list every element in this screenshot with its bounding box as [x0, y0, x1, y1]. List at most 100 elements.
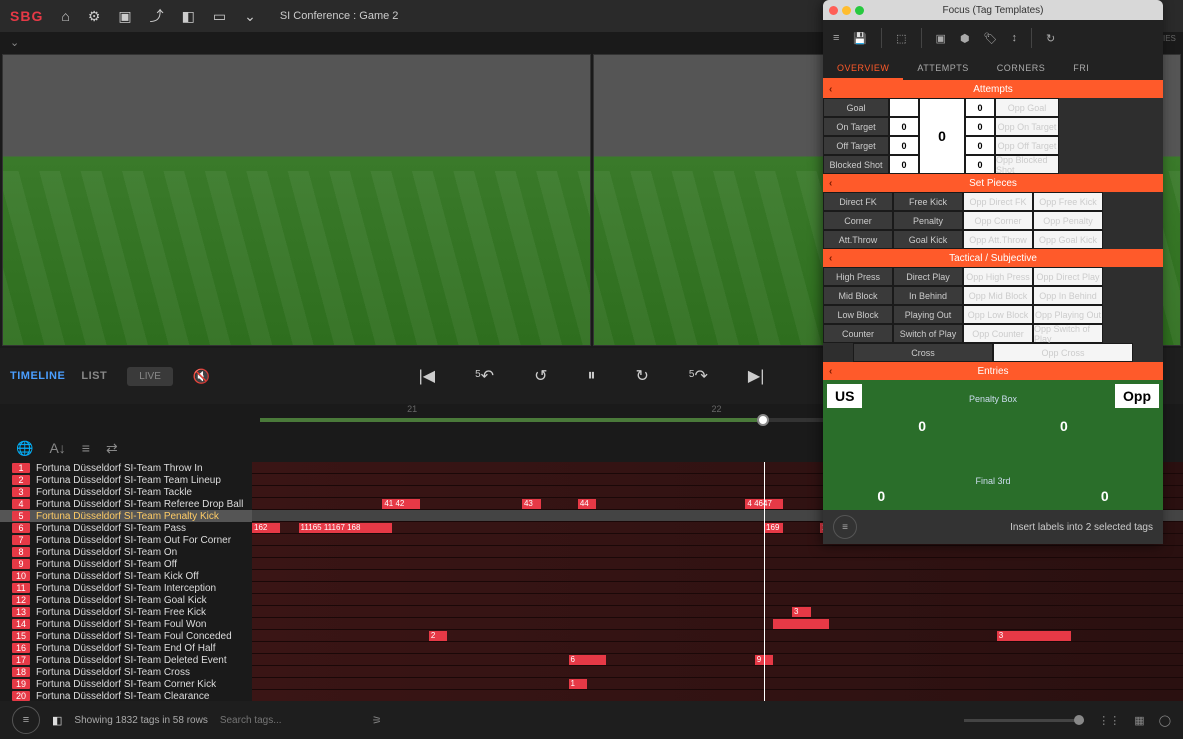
- tactical-button[interactable]: Playing Out: [893, 305, 963, 324]
- playhead[interactable]: [764, 462, 765, 701]
- timeline-lane[interactable]: [252, 666, 1183, 678]
- focus-tab-attempts[interactable]: ATTEMPTS: [903, 56, 982, 80]
- timeline-row[interactable]: 10Fortuna Düsseldorf SI-Team Kick Off: [0, 570, 252, 582]
- timeline-row[interactable]: 11Fortuna Düsseldorf SI-Team Interceptio…: [0, 582, 252, 594]
- scrub-thumb[interactable]: [757, 414, 769, 426]
- focus-tab-fri[interactable]: FRI: [1059, 56, 1103, 80]
- attempt-opp-label[interactable]: Opp Blocked Shot: [995, 155, 1059, 174]
- timeline-lane[interactable]: [252, 546, 1183, 558]
- skip-start-icon[interactable]: |◀: [419, 366, 435, 386]
- tab-timeline[interactable]: TIMELINE: [10, 370, 65, 382]
- timeline-lane[interactable]: 69: [252, 654, 1183, 666]
- labels-round-button[interactable]: ≡: [833, 515, 857, 539]
- bookmark-icon[interactable]: ◧: [52, 714, 62, 727]
- timeline-row[interactable]: 3Fortuna Düsseldorf SI-Team Tackle: [0, 486, 252, 498]
- timeline-lane[interactable]: [252, 642, 1183, 654]
- timeline-clip[interactable]: 2: [429, 631, 448, 641]
- setpiece-opp-button[interactable]: Opp Direct FK: [963, 192, 1033, 211]
- attempt-label[interactable]: On Target: [823, 117, 889, 136]
- timeline-clip[interactable]: 6: [569, 655, 606, 665]
- timeline-row[interactable]: 19Fortuna Düsseldorf SI-Team Corner Kick: [0, 678, 252, 690]
- tactical-opp-button[interactable]: Opp Direct Play: [1033, 267, 1103, 286]
- tactical-opp-button[interactable]: Opp Playing Out: [1033, 305, 1103, 324]
- tactical-opp-button[interactable]: Opp In Behind: [1033, 286, 1103, 305]
- mute-icon[interactable]: 🔇: [193, 368, 210, 385]
- attempt-label[interactable]: Goal: [823, 98, 889, 117]
- maximize-icon[interactable]: [855, 6, 864, 15]
- circle-icon[interactable]: ◯: [1159, 714, 1171, 727]
- timeline-row[interactable]: 6Fortuna Düsseldorf SI-Team Pass: [0, 522, 252, 534]
- timeline-row[interactable]: 9Fortuna Düsseldorf SI-Team Off: [0, 558, 252, 570]
- bookmark-icon[interactable]: ◧: [182, 8, 195, 25]
- timeline-clip[interactable]: 169: [764, 523, 783, 533]
- jump-fwd-icon[interactable]: 5↷: [689, 366, 708, 386]
- setpiece-button[interactable]: Corner: [823, 211, 893, 230]
- timeline-row[interactable]: 13Fortuna Düsseldorf SI-Team Free Kick: [0, 606, 252, 618]
- timeline-row[interactable]: 17Fortuna Düsseldorf SI-Team Deleted Eve…: [0, 654, 252, 666]
- timeline-row[interactable]: 14Fortuna Düsseldorf SI-Team Foul Won: [0, 618, 252, 630]
- tactical-button[interactable]: Low Block: [823, 305, 893, 324]
- timeline-row[interactable]: 18Fortuna Düsseldorf SI-Team Cross: [0, 666, 252, 678]
- timeline-row[interactable]: 15Fortuna Düsseldorf SI-Team Foul Conced…: [0, 630, 252, 642]
- timeline-clip[interactable]: 44: [578, 499, 597, 509]
- setpiece-button[interactable]: Direct FK: [823, 192, 893, 211]
- search-input[interactable]: [220, 715, 360, 726]
- link-icon[interactable]: ⇄: [106, 440, 118, 457]
- tactical-button[interactable]: Mid Block: [823, 286, 893, 305]
- setpiece-button[interactable]: Free Kick: [893, 192, 963, 211]
- timeline-clip[interactable]: 3: [792, 607, 811, 617]
- upload-icon[interactable]: ⤴: [150, 6, 164, 26]
- shield-icon[interactable]: ⬢: [960, 32, 970, 45]
- timeline-row[interactable]: 2Fortuna Düsseldorf SI-Team Team Lineup: [0, 474, 252, 486]
- session-title[interactable]: SI Conference : Game 2: [280, 10, 399, 22]
- setpiece-opp-button[interactable]: Opp Corner: [963, 211, 1033, 230]
- tactical-opp-button[interactable]: Opp Mid Block: [963, 286, 1033, 305]
- timeline-lane[interactable]: [252, 690, 1183, 701]
- focus-tab-overview[interactable]: OVERVIEW: [823, 56, 903, 80]
- forward-icon[interactable]: ↻: [636, 366, 649, 386]
- menu-icon[interactable]: ≡: [833, 32, 839, 44]
- attempt-opp-label[interactable]: Opp Goal: [995, 98, 1059, 117]
- timeline-row[interactable]: 8Fortuna Düsseldorf SI-Team On: [0, 546, 252, 558]
- attempt-opp-label[interactable]: Opp Off Target: [995, 136, 1059, 155]
- section-entries-header[interactable]: ‹Entries: [823, 362, 1163, 380]
- rewind-icon[interactable]: ↺: [534, 366, 547, 386]
- row-list[interactable]: 1Fortuna Düsseldorf SI-Team Throw In2For…: [0, 462, 252, 701]
- zoom-slider[interactable]: [964, 719, 1084, 722]
- cross-opp-button[interactable]: Opp Cross: [993, 343, 1133, 362]
- live-button[interactable]: LIVE: [127, 367, 173, 386]
- nodes-icon[interactable]: ⋮⋮: [1098, 714, 1120, 727]
- minimize-icon[interactable]: [842, 6, 851, 15]
- tab-list[interactable]: LIST: [81, 370, 107, 382]
- timeline-row[interactable]: 1Fortuna Düsseldorf SI-Team Throw In: [0, 462, 252, 474]
- cross-button[interactable]: Cross: [853, 343, 993, 362]
- monitor-icon[interactable]: ▭: [213, 8, 226, 25]
- globe-icon[interactable]: 🌐: [16, 440, 33, 457]
- timeline-row[interactable]: 16Fortuna Düsseldorf SI-Team End Of Half: [0, 642, 252, 654]
- import-icon[interactable]: ⬚: [896, 32, 906, 45]
- home-icon[interactable]: ⌂: [61, 8, 69, 24]
- timeline-clip[interactable]: 43: [522, 499, 541, 509]
- tactical-button[interactable]: In Behind: [893, 286, 963, 305]
- close-icon[interactable]: [829, 6, 838, 15]
- section-tactical-header[interactable]: ‹Tactical / Subjective: [823, 249, 1163, 267]
- sort-lines-icon[interactable]: ≡: [82, 440, 90, 456]
- entries-pitch[interactable]: US Opp Penalty Box 0 0 Final 3rd 0 0: [823, 380, 1163, 510]
- timeline-clip[interactable]: [773, 619, 829, 629]
- tactical-button[interactable]: Switch of Play: [893, 324, 963, 343]
- timeline-clip[interactable]: 41 42: [382, 499, 419, 509]
- jump-back-icon[interactable]: 5↶: [475, 366, 494, 386]
- setpiece-opp-button[interactable]: Opp Penalty: [1033, 211, 1103, 230]
- timeline-lane[interactable]: 3: [252, 606, 1183, 618]
- setpiece-button[interactable]: Goal Kick: [893, 230, 963, 249]
- grid-icon[interactable]: ▦: [1134, 714, 1144, 727]
- section-attempts-header[interactable]: ‹Attempts: [823, 80, 1163, 98]
- filter-icon[interactable]: ⚞: [372, 714, 382, 727]
- timeline-lane[interactable]: [252, 570, 1183, 582]
- timeline-row[interactable]: 4Fortuna Düsseldorf SI-Team Referee Drop…: [0, 498, 252, 510]
- timeline-row[interactable]: 12Fortuna Düsseldorf SI-Team Goal Kick: [0, 594, 252, 606]
- timeline-lane[interactable]: [252, 582, 1183, 594]
- timeline-clip[interactable]: 162: [252, 523, 280, 533]
- timeline-lane[interactable]: 23: [252, 630, 1183, 642]
- timeline-row[interactable]: 7Fortuna Düsseldorf SI-Team Out For Corn…: [0, 534, 252, 546]
